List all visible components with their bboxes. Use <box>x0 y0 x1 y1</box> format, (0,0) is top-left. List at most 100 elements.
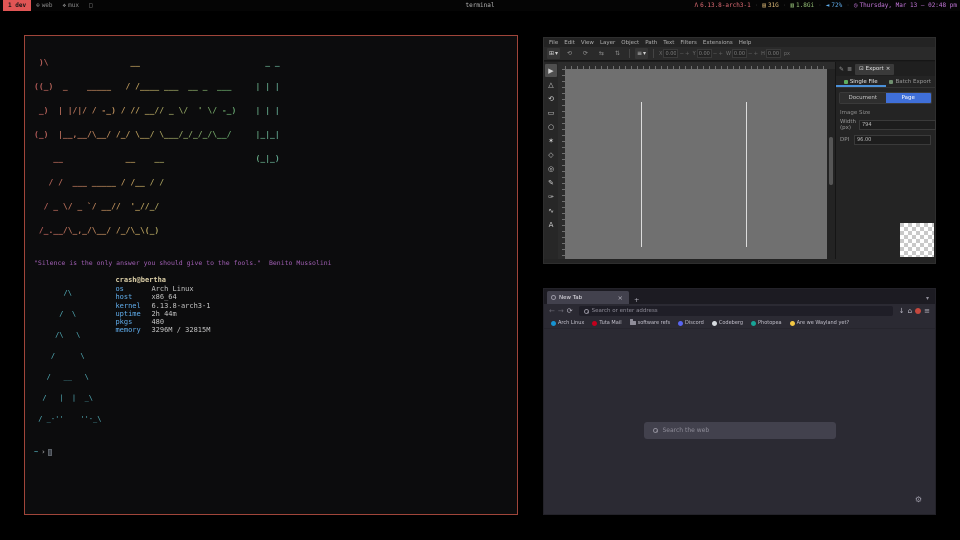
box-3d-tool[interactable]: ◇ <box>545 148 557 161</box>
tab-title: New Tab <box>559 295 613 301</box>
fetch-row: kernel6.13.8-arch3-1 <box>115 302 210 310</box>
list-tabs-chevron-icon[interactable]: ▾ <box>923 295 932 304</box>
y-input[interactable] <box>697 49 712 58</box>
minus-stepper[interactable]: − <box>748 51 753 57</box>
extension-icon[interactable] <box>915 308 921 314</box>
star-icon: ✶ <box>548 137 554 145</box>
scope-document-button[interactable]: Document <box>840 93 886 103</box>
vertical-ruler[interactable] <box>558 69 565 259</box>
pencil-tool[interactable]: ✎ <box>545 176 557 189</box>
flip-horizontal-button[interactable]: ⇆ <box>595 48 608 59</box>
workspace-mux[interactable]: ❖ mux <box>58 0 84 11</box>
menu-edit[interactable]: Edit <box>564 40 575 46</box>
bookmark-photopea[interactable]: Photopea <box>751 320 782 326</box>
layers-icon[interactable]: ≣ <box>847 66 852 73</box>
web-search-box[interactable] <box>644 422 836 439</box>
page-right-edge <box>746 102 747 247</box>
horizontal-ruler[interactable] <box>565 62 827 69</box>
workspace-label: mux <box>68 2 79 9</box>
menu-path[interactable]: Path <box>645 40 657 46</box>
export-dialog-tab[interactable]: ⊡ Export × <box>855 64 894 75</box>
export-scope-toggle: Document Page <box>839 92 932 104</box>
flip-horizontal-icon: ⇆ <box>599 50 604 57</box>
shell-prompt[interactable]: ~ › <box>34 448 508 456</box>
menu-help[interactable]: Help <box>739 40 752 46</box>
minus-stepper[interactable]: − <box>679 51 684 57</box>
bookmark-tuta-mail[interactable]: Tuta Mail <box>592 320 621 326</box>
drawing-canvas[interactable] <box>565 69 827 259</box>
workspace-web[interactable]: ⊕ web <box>31 0 57 11</box>
new-tab-button[interactable]: + <box>632 296 641 304</box>
rectangle-tool[interactable]: ▭ <box>545 106 557 119</box>
export-dpi-input[interactable] <box>854 135 931 145</box>
plus-stepper[interactable]: + <box>685 51 690 57</box>
personalize-gear-icon[interactable]: ⚙ <box>915 495 922 504</box>
minus-stepper[interactable]: − <box>713 51 718 57</box>
canvas-vscrollbar[interactable] <box>827 69 835 259</box>
scope-page-button[interactable]: Page <box>886 93 932 103</box>
pencil-icon[interactable]: ✎ <box>839 66 844 73</box>
node-tool[interactable]: △ <box>545 78 557 91</box>
tab-single-file[interactable]: Single File <box>836 76 886 87</box>
rotate-ccw-button[interactable]: ⟲ <box>563 48 576 59</box>
width-field: W − + <box>726 49 758 58</box>
close-icon[interactable]: × <box>886 66 891 72</box>
plus-stepper[interactable]: + <box>718 51 723 57</box>
back-button[interactable]: ← <box>549 307 555 315</box>
separator: · <box>846 2 850 9</box>
plus-stepper[interactable]: + <box>754 51 759 57</box>
web-search-input[interactable] <box>663 427 827 434</box>
menu-extensions[interactable]: Extensions <box>703 40 733 46</box>
square-icon: □ <box>89 2 93 9</box>
terminal-window[interactable]: )\ __ _ _ ((_) _ _____ / /____ ___ __ _ … <box>24 35 518 515</box>
menu-file[interactable]: File <box>549 40 558 46</box>
workspace-dev[interactable]: 1 dev <box>3 0 31 11</box>
bookmark-discord[interactable]: Discord <box>678 320 704 326</box>
units-label[interactable]: px <box>784 51 790 57</box>
tab-close-icon[interactable]: × <box>616 294 625 302</box>
text-tool[interactable]: A <box>545 218 557 231</box>
bookmark-arch-linux[interactable]: Arch Linux <box>551 320 584 326</box>
shape-builder-tool[interactable]: ⟲ <box>545 92 557 105</box>
fetch-row: uptime2h 44m <box>115 310 210 318</box>
pen-tool[interactable]: ✑ <box>545 190 557 203</box>
desktop: 1 dev ⊕ web ❖ mux □ terminal Λ 6.13.8-ar… <box>0 0 960 540</box>
tool-controls-bar: ⊞ ▾ ⟲ ⟳ ⇆ ⇅ ≡ ▾ X − + Y − + <box>544 47 935 61</box>
x-input[interactable] <box>663 49 678 58</box>
canvas-vscrollbar-thumb[interactable] <box>829 137 833 185</box>
home-button[interactable]: ⌂ <box>908 307 912 315</box>
rotate-cw-button[interactable]: ⟳ <box>579 48 592 59</box>
menu-filters[interactable]: Filters <box>680 40 697 46</box>
star-tool[interactable]: ✶ <box>545 134 557 147</box>
selection-mode-dropdown[interactable]: ⊞ ▾ <box>547 48 560 59</box>
flip-vertical-button[interactable]: ⇅ <box>611 48 624 59</box>
tab-batch-export[interactable]: Batch Export <box>886 76 936 87</box>
url-bar[interactable] <box>579 306 893 316</box>
forward-button[interactable]: → <box>558 307 564 315</box>
workspace-empty[interactable]: □ <box>84 0 98 11</box>
discord-favicon-icon <box>678 321 683 326</box>
active-tab[interactable]: New Tab × <box>547 291 629 304</box>
spiral-tool[interactable]: ◎ <box>545 162 557 175</box>
ellipse-tool[interactable]: ○ <box>545 120 557 133</box>
disk-module: ▤ 31G <box>762 2 778 9</box>
bookmark-codeberg[interactable]: Codeberg <box>712 320 743 326</box>
bookmark-folder-software-refs[interactable]: software refs <box>630 320 670 326</box>
h-input[interactable] <box>766 49 781 58</box>
quote-line: "Silence is the only answer you should g… <box>34 259 508 267</box>
bookmark-are-we-wayland-yet[interactable]: Are we Wayland yet? <box>790 320 849 326</box>
selector-tool[interactable]: ▶ <box>545 64 557 77</box>
dialog-tab-bar: ✎ ≣ ⊡ Export × <box>836 62 935 76</box>
menu-view[interactable]: View <box>581 40 594 46</box>
url-input[interactable] <box>592 308 888 314</box>
calligraphy-tool[interactable]: ∿ <box>545 204 557 217</box>
w-input[interactable] <box>732 49 747 58</box>
menu-layer[interactable]: Layer <box>600 40 615 46</box>
reload-button[interactable]: ⟳ <box>567 307 573 315</box>
export-width-input[interactable] <box>859 120 936 130</box>
downloads-button[interactable]: ↓ <box>899 307 905 315</box>
align-dropdown[interactable]: ≡ ▾ <box>635 48 648 59</box>
menu-text[interactable]: Text <box>663 40 674 46</box>
menu-object[interactable]: Object <box>621 40 639 46</box>
menu-button[interactable]: ≡ <box>924 307 930 315</box>
